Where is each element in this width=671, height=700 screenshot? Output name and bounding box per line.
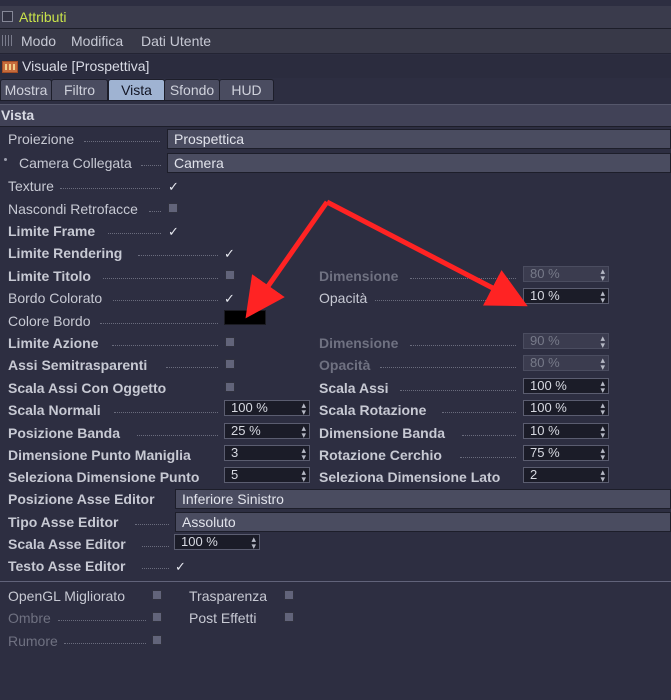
arrow-to-opacita-field bbox=[325, 199, 528, 307]
arrow-to-bordo-colorato bbox=[245, 200, 330, 319]
annotation-arrows bbox=[245, 199, 528, 319]
